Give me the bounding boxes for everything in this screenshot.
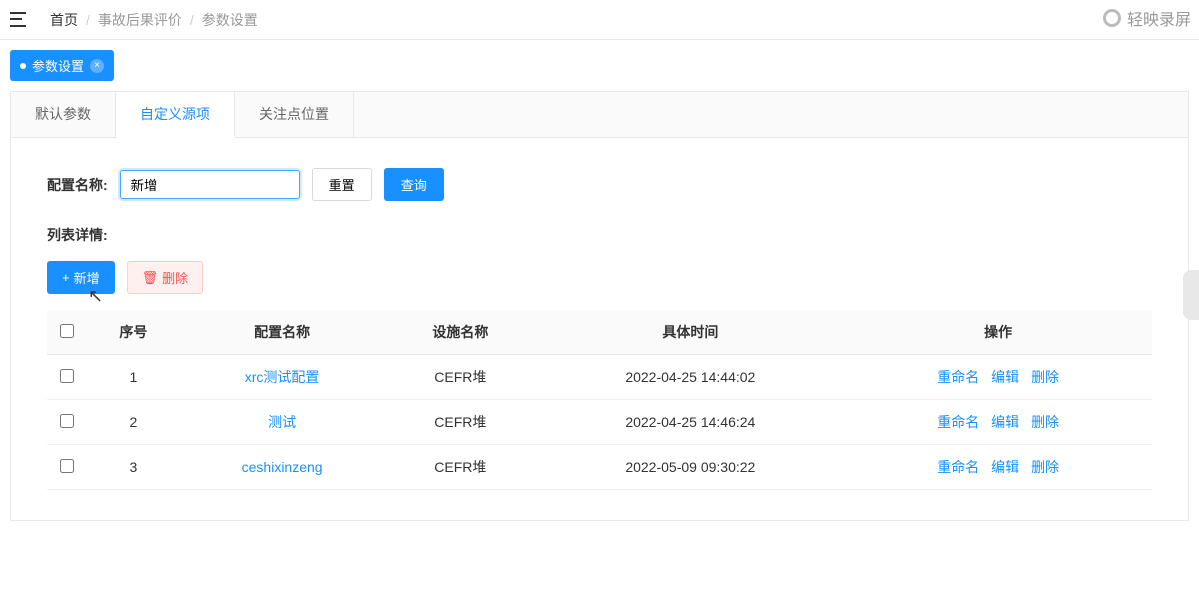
data-table: 序号 配置名称 设施名称 具体时间 操作 1 xrc测试配置 CEFR堆 202… xyxy=(47,310,1152,490)
cell-seq: 2 xyxy=(87,400,180,445)
action-row: + 新增 🗑 删除 xyxy=(47,261,1152,294)
col-facility: 设施名称 xyxy=(384,310,536,355)
list-title: 列表详情: xyxy=(47,225,1152,245)
op-delete[interactable]: 删除 xyxy=(1031,369,1059,385)
cell-ops: 重命名 编辑 删除 xyxy=(844,445,1152,490)
cell-facility: CEFR堆 xyxy=(384,355,536,400)
col-ops: 操作 xyxy=(844,310,1152,355)
cell-facility: CEFR堆 xyxy=(384,400,536,445)
cell-ops: 重命名 编辑 删除 xyxy=(844,355,1152,400)
table-header-row: 序号 配置名称 设施名称 具体时间 操作 xyxy=(47,310,1152,355)
plus-icon: + xyxy=(62,270,70,285)
op-edit[interactable]: 编辑 xyxy=(991,369,1019,385)
menu-toggle-icon[interactable] xyxy=(10,10,30,30)
table-row: 1 xrc测试配置 CEFR堆 2022-04-25 14:44:02 重命名 … xyxy=(47,355,1152,400)
filter-label: 配置名称: xyxy=(47,175,108,195)
tab-active-dot-icon xyxy=(20,63,26,69)
op-delete[interactable]: 删除 xyxy=(1031,459,1059,475)
cell-config-name[interactable]: 测试 xyxy=(180,400,385,445)
delete-button[interactable]: 🗑 删除 xyxy=(127,261,204,294)
col-name: 配置名称 xyxy=(180,310,385,355)
tab-focus-location[interactable]: 关注点位置 xyxy=(235,92,354,137)
breadcrumb-level1[interactable]: 事故后果评价 xyxy=(98,10,182,30)
cell-ops: 重命名 编辑 删除 xyxy=(844,400,1152,445)
cell-config-name[interactable]: xrc测试配置 xyxy=(180,355,385,400)
top-bar: 首页 / 事故后果评价 / 参数设置 xyxy=(0,0,1199,40)
op-edit[interactable]: 编辑 xyxy=(991,459,1019,475)
breadcrumb-home[interactable]: 首页 xyxy=(50,10,78,30)
tab-custom-source[interactable]: 自定义源项 xyxy=(116,92,235,138)
breadcrumb-sep: / xyxy=(190,12,194,28)
op-edit[interactable]: 编辑 xyxy=(991,414,1019,430)
table-row: 2 测试 CEFR堆 2022-04-25 14:46:24 重命名 编辑 删除 xyxy=(47,400,1152,445)
filter-row: 配置名称: 重置 查询 xyxy=(47,168,1152,201)
cell-config-name[interactable]: ceshixinzeng xyxy=(180,445,385,490)
cell-facility: CEFR堆 xyxy=(384,445,536,490)
breadcrumb-level2: 参数设置 xyxy=(202,10,258,30)
page-tab-active[interactable]: 参数设置 × xyxy=(10,50,114,81)
cell-time: 2022-04-25 14:46:24 xyxy=(536,400,844,445)
page-tabs-bar: 参数设置 × xyxy=(0,40,1199,81)
record-icon xyxy=(1103,9,1121,27)
table-body: 1 xrc测试配置 CEFR堆 2022-04-25 14:44:02 重命名 … xyxy=(47,355,1152,490)
trash-icon: 🗑 xyxy=(142,270,159,286)
page-tab-label: 参数设置 xyxy=(32,56,84,75)
tab-default-params[interactable]: 默认参数 xyxy=(11,92,116,137)
config-name-input[interactable] xyxy=(120,170,300,199)
breadcrumb-sep: / xyxy=(86,12,90,28)
row-checkbox[interactable] xyxy=(60,414,74,428)
screen-recorder-watermark: 轻映录屏 xyxy=(1103,6,1191,30)
cell-seq: 1 xyxy=(87,355,180,400)
reset-button[interactable]: 重置 xyxy=(312,168,372,201)
add-button[interactable]: + 新增 xyxy=(47,261,115,294)
op-delete[interactable]: 删除 xyxy=(1031,414,1059,430)
op-rename[interactable]: 重命名 xyxy=(937,369,979,385)
row-checkbox[interactable] xyxy=(60,369,74,383)
inner-tabs: 默认参数 自定义源项 关注点位置 xyxy=(11,92,1188,138)
search-button[interactable]: 查询 xyxy=(384,168,444,201)
cell-seq: 3 xyxy=(87,445,180,490)
col-time: 具体时间 xyxy=(536,310,844,355)
tab-close-icon[interactable]: × xyxy=(90,59,104,73)
main-panel: 默认参数 自定义源项 关注点位置 配置名称: 重置 查询 列表详情: + 新增 … xyxy=(10,91,1189,521)
col-seq: 序号 xyxy=(87,310,180,355)
tab-content: 配置名称: 重置 查询 列表详情: + 新增 🗑 删除 序号 配置名 xyxy=(11,138,1188,520)
cell-time: 2022-05-09 09:30:22 xyxy=(536,445,844,490)
cell-time: 2022-04-25 14:44:02 xyxy=(536,355,844,400)
table-row: 3 ceshixinzeng CEFR堆 2022-05-09 09:30:22… xyxy=(47,445,1152,490)
breadcrumb: 首页 / 事故后果评价 / 参数设置 xyxy=(50,10,258,30)
op-rename[interactable]: 重命名 xyxy=(937,414,979,430)
row-checkbox[interactable] xyxy=(60,459,74,473)
scroll-indicator[interactable] xyxy=(1183,270,1199,320)
select-all-checkbox[interactable] xyxy=(60,324,74,338)
op-rename[interactable]: 重命名 xyxy=(937,459,979,475)
